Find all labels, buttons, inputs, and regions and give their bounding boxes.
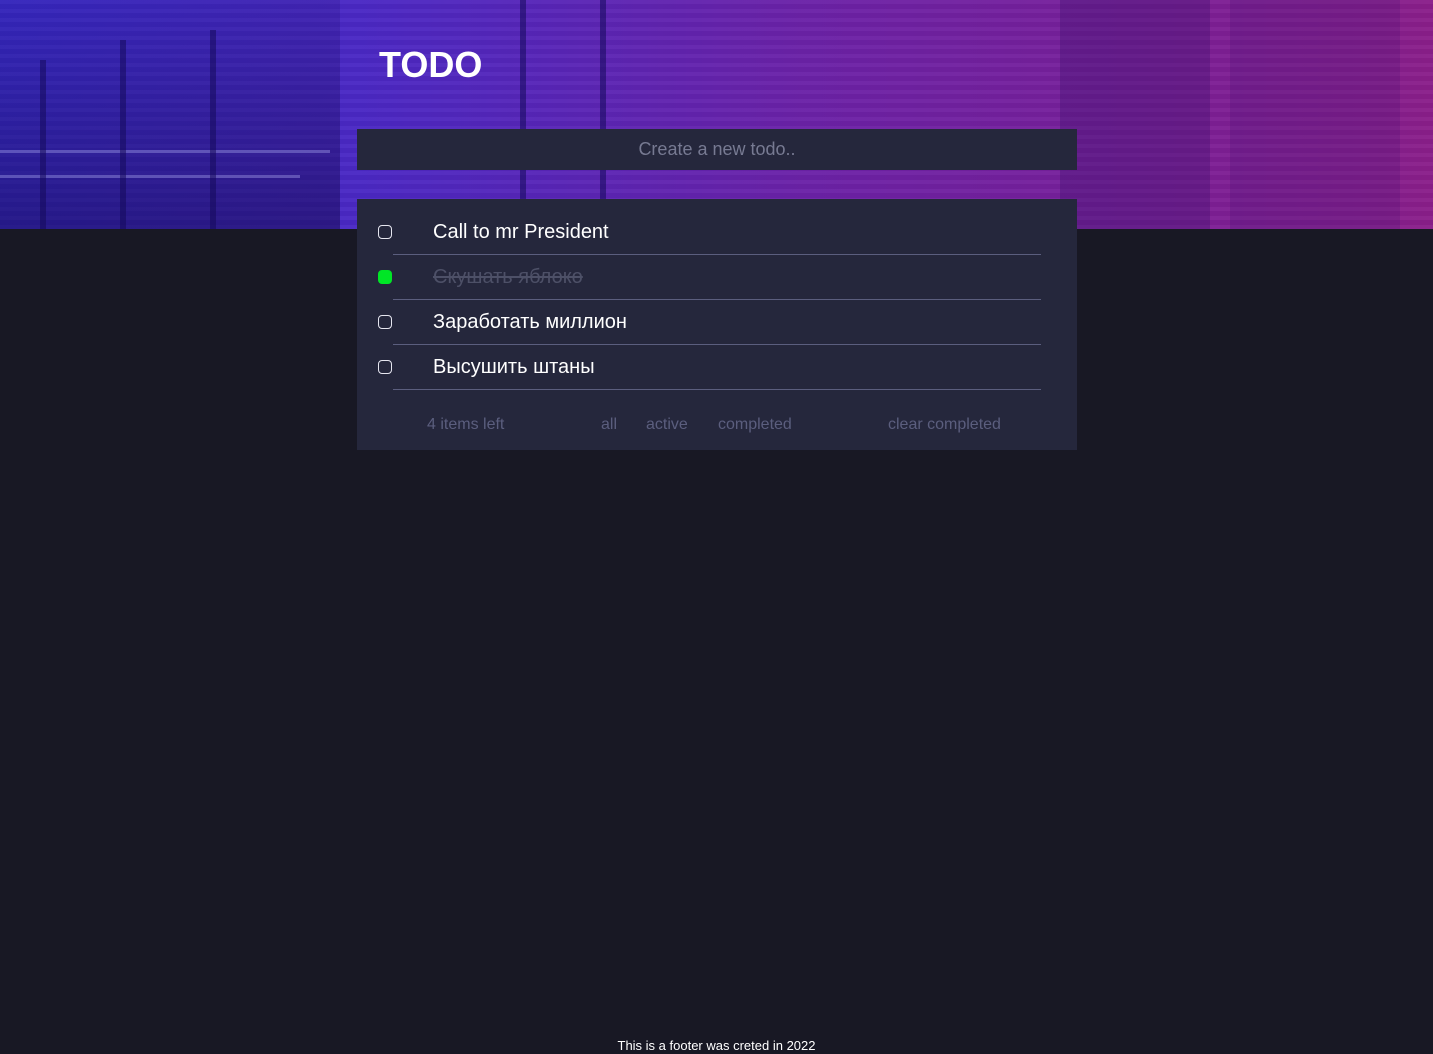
list-controls: 4 items left all active completed clear … [357, 412, 1077, 436]
todo-item[interactable]: Скушать яблоко [357, 244, 1077, 300]
todo-item[interactable]: Высушить штаны [357, 334, 1077, 390]
banner-wall [1230, 0, 1400, 229]
banner-pillar [210, 30, 216, 229]
clear-completed-button[interactable]: clear completed [888, 416, 1001, 434]
todo-text[interactable]: Заработать миллион [433, 311, 627, 334]
todo-item[interactable]: Call to mr President [357, 199, 1077, 255]
filter-active-button[interactable]: active [646, 416, 688, 434]
new-todo-input[interactable] [357, 129, 1077, 170]
todo-item[interactable]: Заработать миллион [357, 289, 1077, 345]
banner-rail [0, 150, 330, 153]
todo-divider [393, 389, 1041, 390]
banner-pillar [120, 40, 126, 229]
banner-pillar [600, 0, 606, 229]
header-banner [0, 0, 1433, 229]
banner-pillar [40, 60, 46, 229]
filter-all-button[interactable]: all [601, 416, 617, 434]
todo-text[interactable]: Call to mr President [433, 221, 609, 244]
todo-checkbox[interactable] [378, 225, 392, 239]
filter-completed-button[interactable]: completed [718, 416, 792, 434]
items-left-count: 4 items left [427, 416, 505, 433]
todo-text[interactable]: Высушить штаны [433, 356, 595, 379]
todo-checkbox-checked[interactable] [378, 270, 392, 284]
banner-pillar [520, 0, 526, 229]
todo-text[interactable]: Скушать яблоко [433, 266, 583, 289]
todo-list-card: Call to mr President Скушать яблоко Зара… [357, 199, 1077, 450]
banner-shade [0, 0, 340, 229]
todo-checkbox[interactable] [378, 360, 392, 374]
todo-checkbox[interactable] [378, 315, 392, 329]
banner-wall [1060, 0, 1210, 229]
page-footer: This is a footer was creted in 2022 [617, 1038, 816, 1053]
app-title: TODO [379, 44, 483, 85]
